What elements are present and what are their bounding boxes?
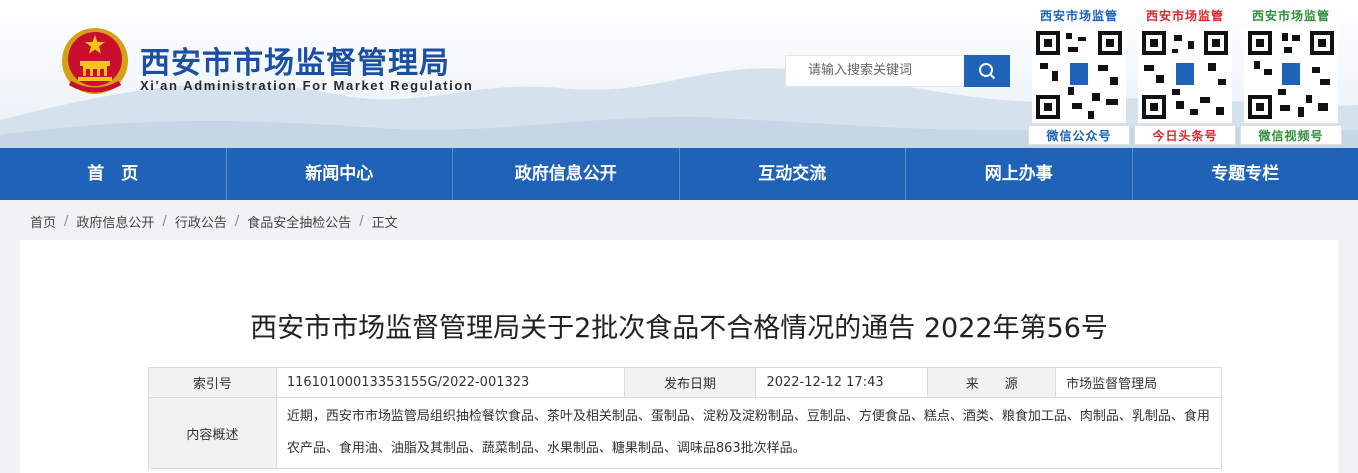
breadcrumb-separator: / [64, 214, 69, 229]
qr-code-icon [1244, 27, 1338, 123]
search-icon [979, 63, 996, 80]
breadcrumb-home[interactable]: 首页 [30, 212, 56, 231]
qr-toutiao[interactable]: 西安市场监管 今日头条号 [1134, 6, 1236, 145]
nav-item-gov-info[interactable]: 政府信息公开 [453, 148, 680, 200]
qr-code-icon [1032, 27, 1126, 123]
search-input[interactable]: 请输入搜索关键词 [785, 55, 965, 87]
qr-caption: 微信公众号 [1028, 125, 1130, 145]
site-title: 西安市市场监督管理局 [140, 46, 450, 81]
source-label: 来 源 [927, 367, 1057, 398]
index-label: 索引号 [148, 367, 277, 398]
table-row: 内容概述 近期，西安市市场监管局组织抽检餐饮食品、茶叶及相关制品、蛋制品、淀粉及… [148, 397, 1223, 469]
nav-item-online-service[interactable]: 网上办事 [906, 148, 1133, 200]
qr-caption: 微信视频号 [1240, 125, 1342, 145]
search-button[interactable] [964, 55, 1010, 87]
article-panel: 西安市市场监督管理局关于2批次食品不合格情况的通告 2022年第56号 索引号 … [20, 240, 1338, 473]
index-value: 11610100013353155G/2022-001323 [275, 367, 625, 398]
summary-value: 近期，西安市市场监管局组织抽检餐饮食品、茶叶及相关制品、蛋制品、淀粉及淀粉制品、… [275, 397, 1223, 469]
article-title: 西安市市场监督管理局关于2批次食品不合格情况的通告 2022年第56号 [250, 313, 1108, 344]
national-emblem-icon [62, 28, 128, 94]
qr-code-icon [1138, 27, 1232, 123]
breadcrumb: 首页 / 政府信息公开 / 行政公告 / 食品安全抽检公告 / 正文 [30, 212, 398, 231]
summary-label: 内容概述 [148, 397, 277, 469]
breadcrumb-food-safety[interactable]: 食品安全抽检公告 [247, 212, 351, 231]
qr-title: 西安市场监管 [1145, 9, 1224, 23]
site-header: 西安市市场监督管理局 Xi'an Administration For Mark… [0, 0, 1358, 148]
nav-item-news[interactable]: 新闻中心 [227, 148, 453, 200]
breadcrumb-gov-info[interactable]: 政府信息公开 [76, 212, 154, 231]
site-subtitle: Xi'an Administration For Market Regulati… [140, 78, 474, 93]
nav-item-home[interactable]: 首 页 [0, 148, 227, 200]
date-value: 2022-12-12 17:43 [755, 367, 929, 398]
qr-wechat-video[interactable]: 西安市场监管 微信视频号 [1240, 6, 1342, 145]
article-meta-table: 索引号 11610100013353155G/2022-001323 发布日期 … [148, 367, 1223, 469]
breadcrumb-admin-notice[interactable]: 行政公告 [175, 212, 227, 231]
breadcrumb-separator: / [234, 214, 240, 229]
qr-wechat-official[interactable]: 西安市场监管 微信公众号 [1028, 6, 1130, 145]
breadcrumb-current: 正文 [371, 216, 398, 231]
breadcrumb-separator: / [359, 214, 364, 229]
qr-title: 西安市场监管 [1039, 9, 1118, 23]
date-label: 发布日期 [623, 367, 757, 398]
main-nav: 首 页 新闻中心 政府信息公开 互动交流 网上办事 专题专栏 [0, 148, 1358, 200]
breadcrumb-separator: / [162, 214, 167, 229]
nav-item-special-topics[interactable]: 专题专栏 [1133, 148, 1358, 200]
source-value: 市场监督管理局 [1055, 367, 1222, 398]
nav-item-interaction[interactable]: 互动交流 [680, 148, 906, 200]
table-row: 索引号 11610100013353155G/2022-001323 发布日期 … [148, 367, 1222, 398]
qr-caption: 今日头条号 [1134, 125, 1236, 145]
qr-title: 西安市场监管 [1251, 9, 1330, 23]
